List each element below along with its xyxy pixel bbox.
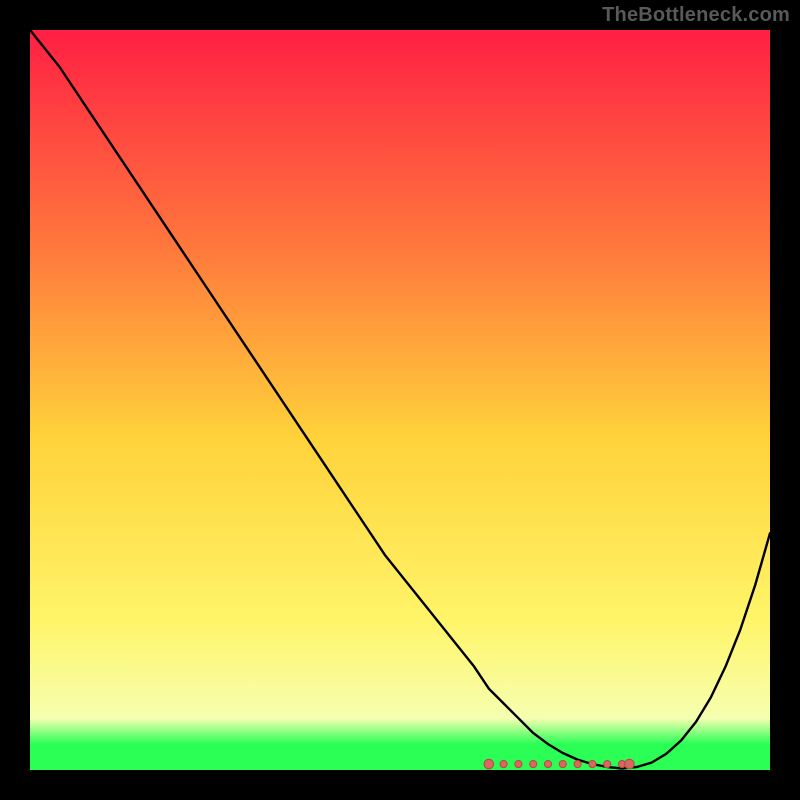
bottleneck-curve-chart — [30, 30, 770, 770]
optimal-marker — [559, 761, 566, 768]
optimal-marker — [515, 761, 522, 768]
optimal-marker — [530, 761, 537, 768]
optimal-marker — [500, 761, 507, 768]
optimal-marker — [625, 759, 635, 769]
plot-area — [30, 30, 770, 770]
optimal-marker — [544, 761, 551, 768]
optimal-marker — [574, 761, 581, 768]
optimal-marker — [589, 761, 596, 768]
gradient-background — [30, 30, 770, 770]
optimal-marker — [604, 761, 611, 768]
chart-frame: TheBottleneck.com — [0, 0, 800, 800]
optimal-marker — [484, 759, 494, 769]
watermark-text: TheBottleneck.com — [602, 4, 790, 27]
